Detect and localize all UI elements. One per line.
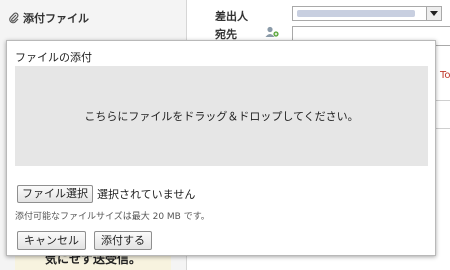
attach-button[interactable]: 添付する	[94, 231, 152, 250]
paperclip-icon	[9, 12, 19, 24]
file-status: 選択されていません	[97, 188, 196, 201]
cancel-button[interactable]: キャンセル	[17, 231, 86, 250]
sender-label: 差出人	[215, 10, 248, 23]
attach-file-dialog: ファイルの添付 こちらにファイルをドラッグ＆ドロップしてください。 ファイル選択…	[6, 40, 436, 256]
dialog-actions: キャンセル 添付する	[17, 231, 152, 250]
dialog-title: ファイルの添付	[15, 51, 92, 64]
choose-file-button[interactable]: ファイル選択	[17, 185, 93, 203]
to-link[interactable]: To	[440, 70, 450, 81]
sender-address	[297, 10, 415, 17]
divider	[436, 100, 450, 101]
dropzone-text: こちらにファイルをドラッグ＆ドロップしてください。	[84, 110, 359, 123]
chevron-down-icon[interactable]	[426, 7, 441, 20]
attach-file-label: 添付ファイル	[23, 12, 89, 25]
divider	[436, 128, 450, 129]
attach-file-header[interactable]: 添付ファイル	[8, 10, 89, 26]
address-book-icon[interactable]	[265, 26, 279, 38]
sender-select[interactable]	[292, 6, 442, 21]
file-dropzone[interactable]: こちらにファイルをドラッグ＆ドロップしてください。	[15, 66, 428, 166]
size-limit-note: 添付可能なファイルサイズは最大 20 MB です。	[15, 212, 210, 222]
file-input-row: ファイル選択 選択されていません	[17, 185, 195, 203]
